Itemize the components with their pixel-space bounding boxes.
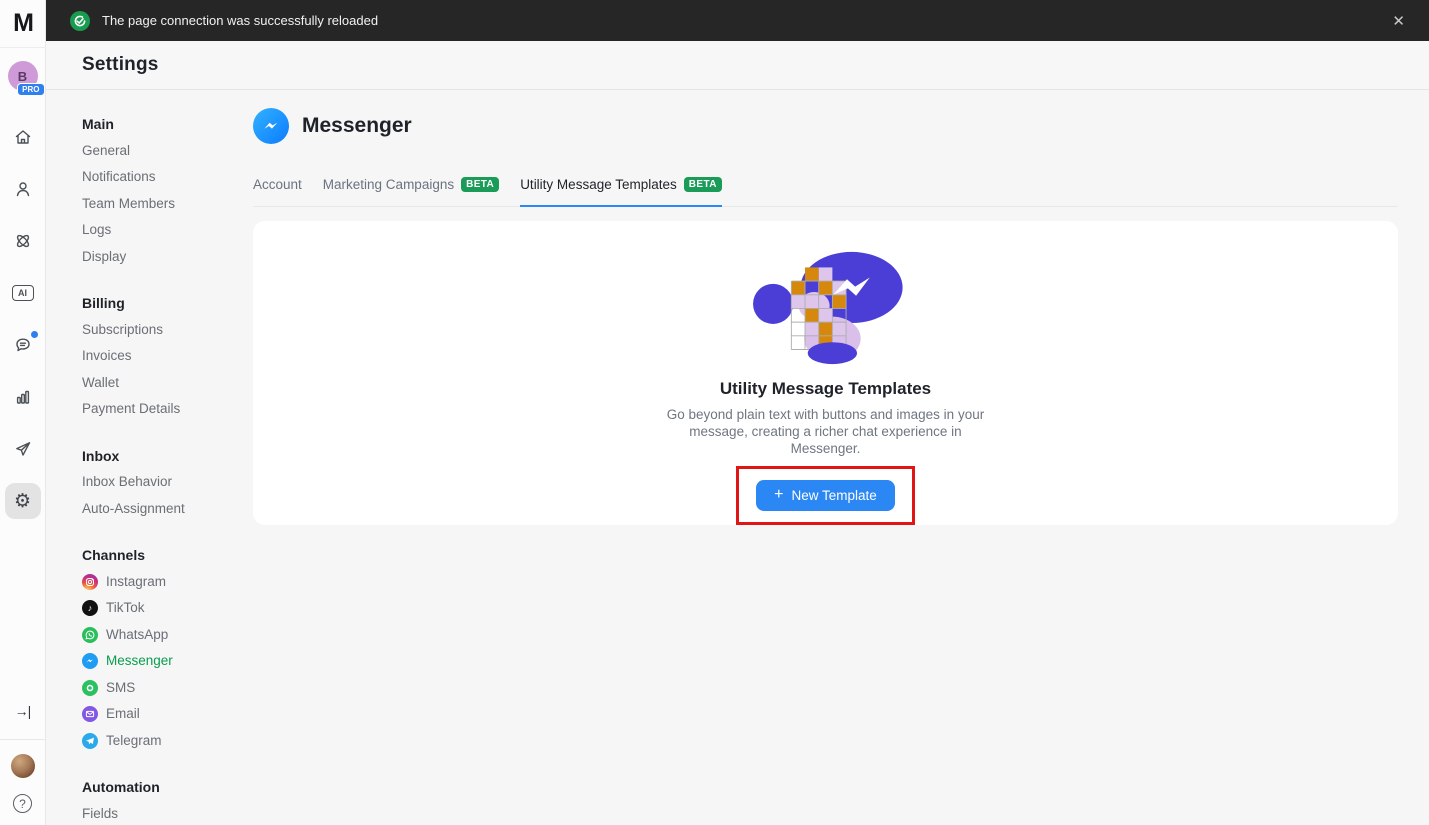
sidebar-item-wallet[interactable]: Wallet <box>82 370 253 397</box>
sidebar-item-fields[interactable]: Fields <box>82 801 253 825</box>
plus-icon: + <box>774 486 783 504</box>
sidebar-item-payment-details[interactable]: Payment Details <box>82 396 253 423</box>
help-icon[interactable]: ? <box>13 794 32 813</box>
tab-marketing-campaigns[interactable]: Marketing Campaigns BETA <box>323 177 499 207</box>
tab-label: Marketing Campaigns <box>323 177 454 192</box>
automation-icon[interactable] <box>5 223 41 259</box>
notification-dot <box>31 331 38 338</box>
broadcasting-icon[interactable] <box>5 431 41 467</box>
section-header: Channels <box>82 542 253 569</box>
sidebar-item-subscriptions[interactable]: Subscriptions <box>82 317 253 344</box>
channel-label: Telegram <box>106 728 162 755</box>
sms-icon <box>82 680 98 696</box>
templates-illustration <box>741 251 911 365</box>
contacts-icon[interactable] <box>5 171 41 207</box>
sidebar-item-tiktok[interactable]: ♪ TikTok <box>82 595 253 622</box>
toast-banner: The page connection was successfully rel… <box>46 0 1429 41</box>
channel-label: Email <box>106 701 140 728</box>
beta-badge: BETA <box>684 177 722 192</box>
empty-state-description: Go beyond plain text with buttons and im… <box>658 406 994 457</box>
live-chat-icon[interactable] <box>5 327 41 363</box>
workspace-avatar[interactable]: B PRO <box>8 61 38 91</box>
analytics-icon[interactable] <box>5 379 41 415</box>
manychat-logo[interactable]: M <box>0 0 46 48</box>
sidebar-item-notifications[interactable]: Notifications <box>82 164 253 191</box>
email-icon <box>82 706 98 722</box>
tab-bar: Account Marketing Campaigns BETA Utility… <box>253 177 1398 207</box>
pro-badge: PRO <box>17 83 44 96</box>
close-icon[interactable]: ✕ <box>1392 12 1405 30</box>
channel-label: Instagram <box>106 569 166 596</box>
tab-utility-message-templates[interactable]: Utility Message Templates BETA <box>520 177 722 207</box>
sidebar-item-sms[interactable]: SMS <box>82 675 253 702</box>
button-label: New Template <box>792 488 877 503</box>
new-template-button[interactable]: + New Template <box>756 480 895 511</box>
channel-label: TikTok <box>106 595 145 622</box>
settings-page: M B PRO AI <box>0 0 1429 825</box>
main-content: Messenger Account Marketing Campaigns BE… <box>253 90 1398 825</box>
sidebar-section-billing: Billing Subscriptions Invoices Wallet Pa… <box>82 290 253 423</box>
user-avatar[interactable] <box>11 754 35 778</box>
sidebar-section-channels: Channels Instagram ♪ TikTok WhatsApp <box>82 542 253 754</box>
page-title: Settings <box>82 54 159 76</box>
tab-label: Utility Message Templates <box>520 177 677 192</box>
settings-sidebar: Main General Notifications Team Members … <box>46 90 253 825</box>
sidebar-item-messenger[interactable]: Messenger <box>82 648 253 675</box>
section-header: Automation <box>82 774 253 801</box>
home-icon[interactable] <box>5 119 41 155</box>
empty-state-title: Utility Message Templates <box>720 379 931 399</box>
ai-icon[interactable]: AI <box>5 275 41 311</box>
empty-state-card: Utility Message Templates Go beyond plai… <box>253 221 1398 525</box>
icon-rail: M B PRO AI <box>0 0 46 825</box>
settings-icon[interactable]: ⚙ <box>5 483 41 519</box>
workspace-initial: B <box>18 69 27 84</box>
page-header: Settings <box>46 41 1429 90</box>
beta-badge: BETA <box>461 177 499 192</box>
sidebar-item-instagram[interactable]: Instagram <box>82 569 253 596</box>
sidebar-item-display[interactable]: Display <box>82 244 253 271</box>
tiktok-icon: ♪ <box>82 600 98 616</box>
section-header: Billing <box>82 290 253 317</box>
sidebar-section-main: Main General Notifications Team Members … <box>82 111 253 270</box>
annotation-highlight-box: + New Template <box>736 466 915 525</box>
collapse-sidebar-icon[interactable]: →| <box>15 703 31 719</box>
rail-nav: AI ⚙ <box>5 119 41 519</box>
channel-label: WhatsApp <box>106 622 168 649</box>
whatsapp-icon <box>82 627 98 643</box>
section-header: Inbox <box>82 443 253 470</box>
channel-label: Messenger <box>106 648 173 675</box>
messenger-icon <box>82 653 98 669</box>
sidebar-item-team-members[interactable]: Team Members <box>82 191 253 218</box>
section-header: Main <box>82 111 253 138</box>
sidebar-item-auto-assignment[interactable]: Auto-Assignment <box>82 496 253 523</box>
channel-title: Messenger <box>302 114 412 138</box>
instagram-icon <box>82 574 98 590</box>
messenger-channel-icon <box>253 108 289 144</box>
sidebar-section-automation: Automation Fields <box>82 774 253 825</box>
sidebar-section-inbox: Inbox Inbox Behavior Auto-Assignment <box>82 443 253 523</box>
rail-bottom: →| ? <box>0 703 45 825</box>
sidebar-item-email[interactable]: Email <box>82 701 253 728</box>
channel-header: Messenger <box>253 108 1398 144</box>
sidebar-item-general[interactable]: General <box>82 138 253 165</box>
channel-label: SMS <box>106 675 135 702</box>
tab-label: Account <box>253 177 302 192</box>
sidebar-item-inbox-behavior[interactable]: Inbox Behavior <box>82 469 253 496</box>
telegram-icon <box>82 733 98 749</box>
tab-account[interactable]: Account <box>253 177 302 207</box>
toast-message: The page connection was successfully rel… <box>102 13 378 28</box>
sidebar-item-logs[interactable]: Logs <box>82 217 253 244</box>
sidebar-item-telegram[interactable]: Telegram <box>82 728 253 755</box>
rail-divider <box>0 739 46 740</box>
sidebar-item-invoices[interactable]: Invoices <box>82 343 253 370</box>
sidebar-item-whatsapp[interactable]: WhatsApp <box>82 622 253 649</box>
success-check-icon <box>70 11 90 31</box>
